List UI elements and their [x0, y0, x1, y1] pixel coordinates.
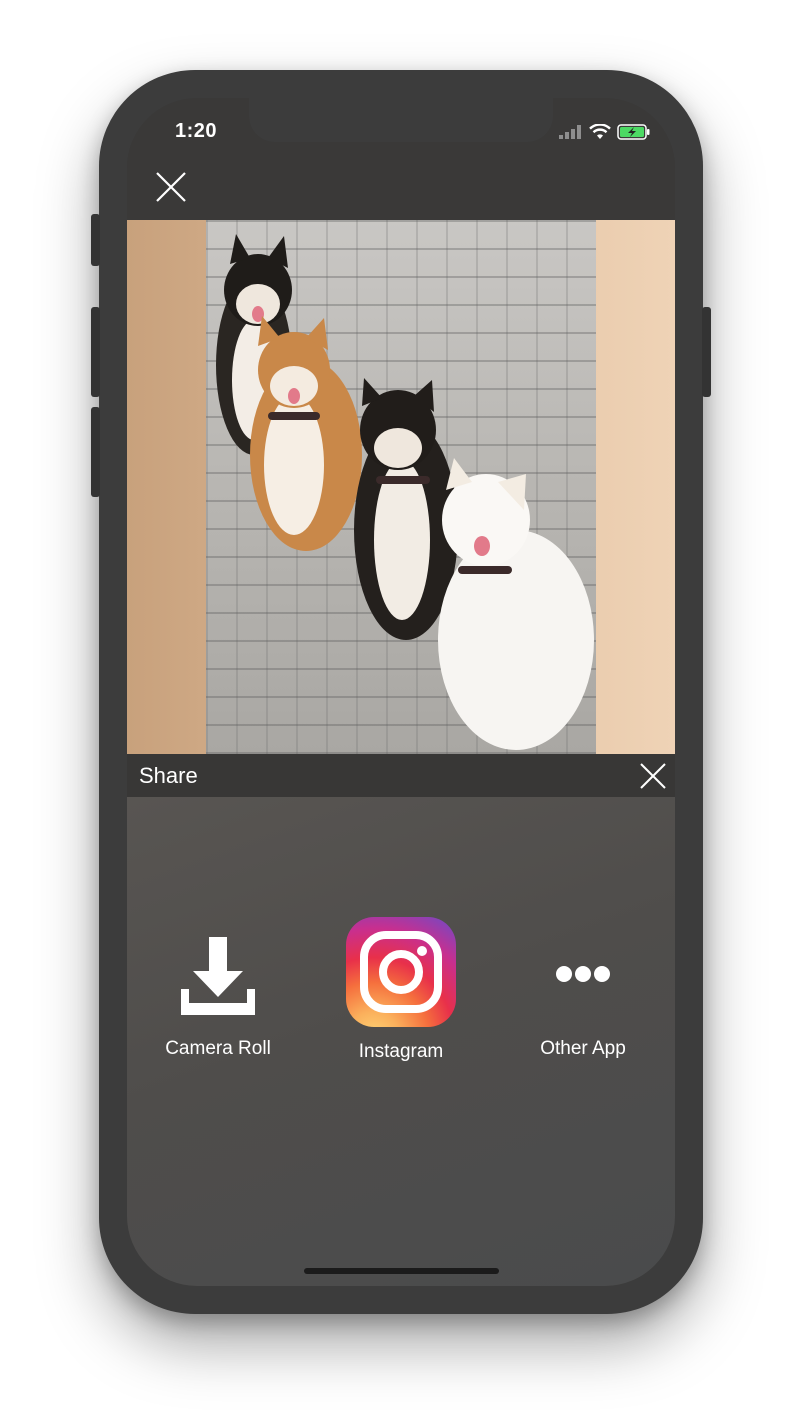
- screen: 1:20 Share Camera Roll Instagram Other A…: [127, 98, 675, 1286]
- close-icon[interactable]: [155, 171, 187, 203]
- photo-preview: [127, 220, 675, 754]
- wifi-icon: [589, 124, 611, 139]
- share-sheet: Camera Roll Instagram Other App: [127, 797, 675, 1286]
- camera-roll-button[interactable]: Camera Roll: [143, 933, 293, 1060]
- status-time: 1:20: [175, 120, 218, 142]
- more-dots-icon: [556, 966, 610, 982]
- dogs-illustration: [216, 234, 594, 750]
- other-app-button[interactable]: Other App: [508, 933, 658, 1060]
- share-option-label: Other App: [540, 1038, 626, 1059]
- dog-red-shiba: [250, 316, 362, 551]
- dog-black-tan-2: [354, 378, 458, 640]
- download-icon: [181, 937, 255, 1015]
- instagram-icon: [346, 917, 456, 1027]
- battery-charging-icon: [617, 124, 650, 140]
- share-header: Share: [127, 754, 675, 797]
- dogs-photo: [206, 220, 596, 754]
- share-title: Share: [139, 763, 198, 788]
- status-icons: [559, 122, 651, 142]
- share-option-label: Camera Roll: [165, 1038, 271, 1059]
- volume-down-button: [91, 407, 100, 497]
- share-option-label: Instagram: [358, 1041, 444, 1062]
- signal-icon: [559, 125, 581, 139]
- volume-up-button: [91, 307, 100, 397]
- mute-switch: [91, 214, 100, 266]
- home-indicator[interactable]: [304, 1268, 499, 1274]
- top-bar: [127, 142, 675, 220]
- close-icon[interactable]: [639, 762, 667, 790]
- notch: [249, 98, 553, 142]
- power-button: [702, 307, 711, 397]
- dog-white-shiba: [438, 458, 594, 750]
- instagram-button[interactable]: Instagram: [326, 917, 476, 1063]
